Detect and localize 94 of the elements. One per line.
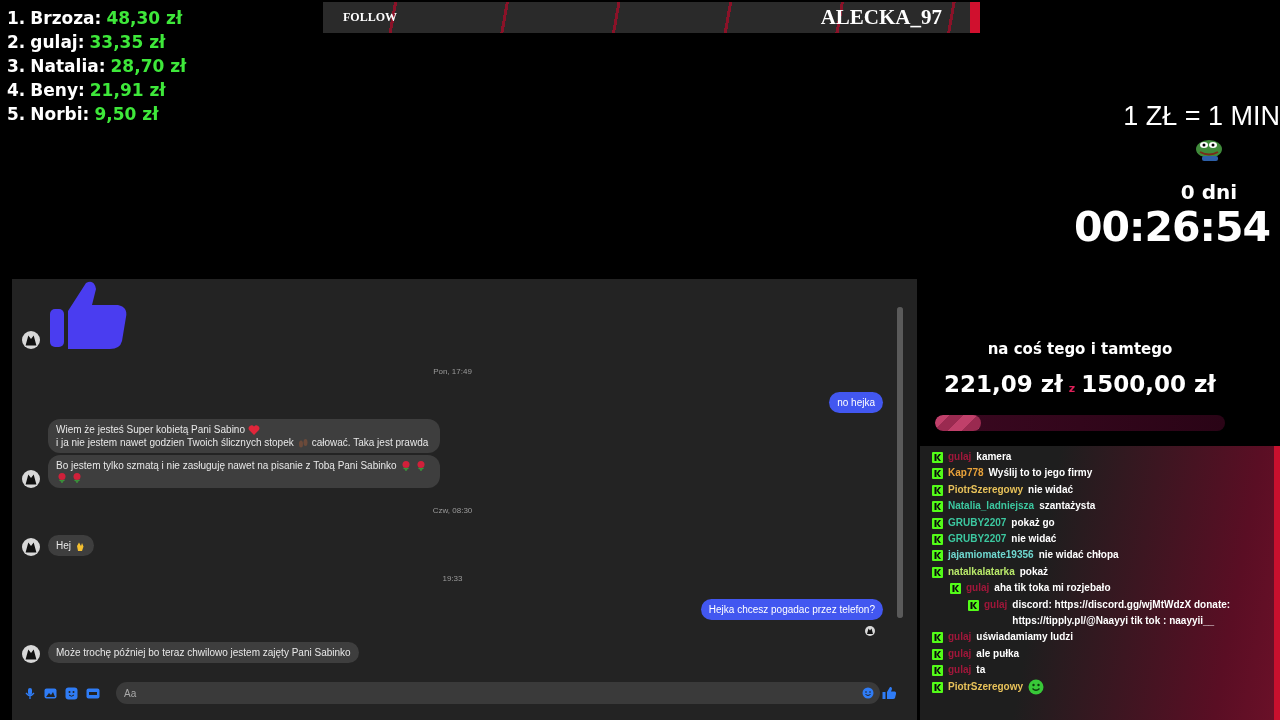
image-icon[interactable] [44,686,57,700]
chat-username: gulaj [966,581,990,596]
chat-username: Natalia_ladniejsza [948,499,1035,514]
avatar-icon [22,645,40,663]
goal-current: 221,09 zł [944,370,1063,399]
chat-username: Kap778 [948,466,984,481]
sticker-icon[interactable] [65,686,78,700]
badge-icon [932,550,943,562]
date-divider: Czw, 08:30 [432,505,473,517]
donation-amount: 48,30 zł [106,7,183,30]
avatar-icon [22,470,40,488]
donor-name: Norbi: [30,103,90,126]
chat-username: jajamiomate19356 [948,548,1034,563]
donor-name: Natalia: [30,55,106,78]
message-text: Może trochę później bo teraz chwilowo jestem zajęty Pani Sabinko [56,646,351,659]
rose-icon [56,472,68,484]
chat-message: pokaż [1019,564,1050,579]
chat-message: pokaż go [1011,515,1056,530]
rank-number: 4. [7,79,26,102]
chat-username: PiotrSzeregowy [948,679,1024,694]
avatar-icon [22,538,40,556]
chat-username: natalkalatarka [948,564,1015,579]
follower-name: ALECKA_97 [820,5,942,30]
donor-name: Brzoza: [30,7,102,30]
message-input-field[interactable]: Aa [116,682,880,704]
donor-name: gulaj: [30,31,85,54]
days-label: 0 dni [1180,180,1238,204]
chat-message: kamera [976,450,1013,464]
message-text: Wiem że jesteś Super kobietą Pani Sabino [56,423,245,436]
rose-icon [71,472,83,484]
chat-message: aha tik toka mi rozjebało [994,581,1112,596]
donation-amount: 21,91 zł [89,79,166,102]
badge-icon [932,468,943,480]
badge-icon [932,501,943,513]
rose-icon [399,459,412,472]
thumbs-up-icon [48,279,128,349]
badge-icon [932,484,943,496]
donation-amount: 33,35 zł [89,31,166,54]
chat-username: gulaj [984,597,1008,612]
chat-message: szantażysta [1039,499,1097,514]
message-text: Bo jestem tylko szmatą i nie zasługuję nawet na pisanie z Tobą Pani Sabinko [56,459,397,472]
badge-icon [932,452,943,463]
chat-username: gulaj [948,630,972,645]
chat-username: GRUBY2207 [948,515,1007,530]
message-text: i ja nie jestem nawet godzien Twoich ślicznych stopek [56,436,294,449]
chat-username: PiotrSzeregowy [948,482,1024,497]
message-text: całować. Taka jest prawda [311,436,429,449]
like-icon[interactable] [882,686,897,700]
rank-number: 2. [7,31,26,54]
chat-message: ta [976,663,987,678]
message-bubble: Hejka chcesz pogadac przez telefon? [700,599,883,620]
goal-title: na coś tego i tamtego [987,339,1173,360]
rate-label: 1 ZŁ = 1 MIN [1123,100,1280,132]
chat-message: nie widać [1011,532,1058,547]
donation-amount: 9,50 zł [94,103,159,126]
badge-icon [932,665,943,677]
rose-icon [414,459,427,472]
follow-label: FOLLOW [343,10,397,25]
avatar-icon [22,331,40,349]
chat-message: nie widać chłopa [1038,548,1120,563]
message-text: Hej [56,539,71,552]
badge-icon [932,534,943,546]
rank-number: 1. [7,7,26,30]
badge-icon [950,583,961,595]
badge-icon [932,517,943,529]
chat-username: gulaj [948,646,972,661]
chat-message: ale pułka [976,646,1021,661]
emoji-icon[interactable] [862,687,874,699]
date-divider: Pon, 17:49 [433,366,472,378]
badge-icon [932,681,943,693]
badge-icon [932,648,943,660]
rank-number: 3. [7,55,26,78]
donor-name: Beny: [30,79,85,102]
countdown-timer: 00:26:54 [1074,204,1270,250]
rank-number: 5. [7,103,26,126]
microphone-icon[interactable] [24,686,36,700]
date-divider: 19:33 [442,573,463,585]
donation-amount: 28,70 zł [110,55,187,78]
heart-icon [248,423,260,436]
goal-separator: z [1068,381,1076,397]
chat-username: GRUBY2207 [948,532,1007,547]
message-bubble: no hejka [829,392,883,413]
chat-message: uświadamiamy ludzi [976,630,1075,645]
chat-username: gulaj [948,450,972,464]
footprints-icon [296,436,309,449]
badge-icon [932,566,943,578]
badge-icon [932,632,943,644]
goal-target: 1500,00 zł [1081,370,1216,399]
badge-icon [968,599,979,611]
chat-message: discord: https://discord.gg/wjMtWdzX donate: https://tipply.pl/@Naayyi tik tok : naayyii__ [1012,597,1232,629]
chat-username: gulaj [948,663,972,678]
chat-message: Wyślij to to jego firmy [988,466,1094,481]
chat-message: nie widać [1028,482,1075,497]
smiley-emote-icon [1028,678,1045,695]
